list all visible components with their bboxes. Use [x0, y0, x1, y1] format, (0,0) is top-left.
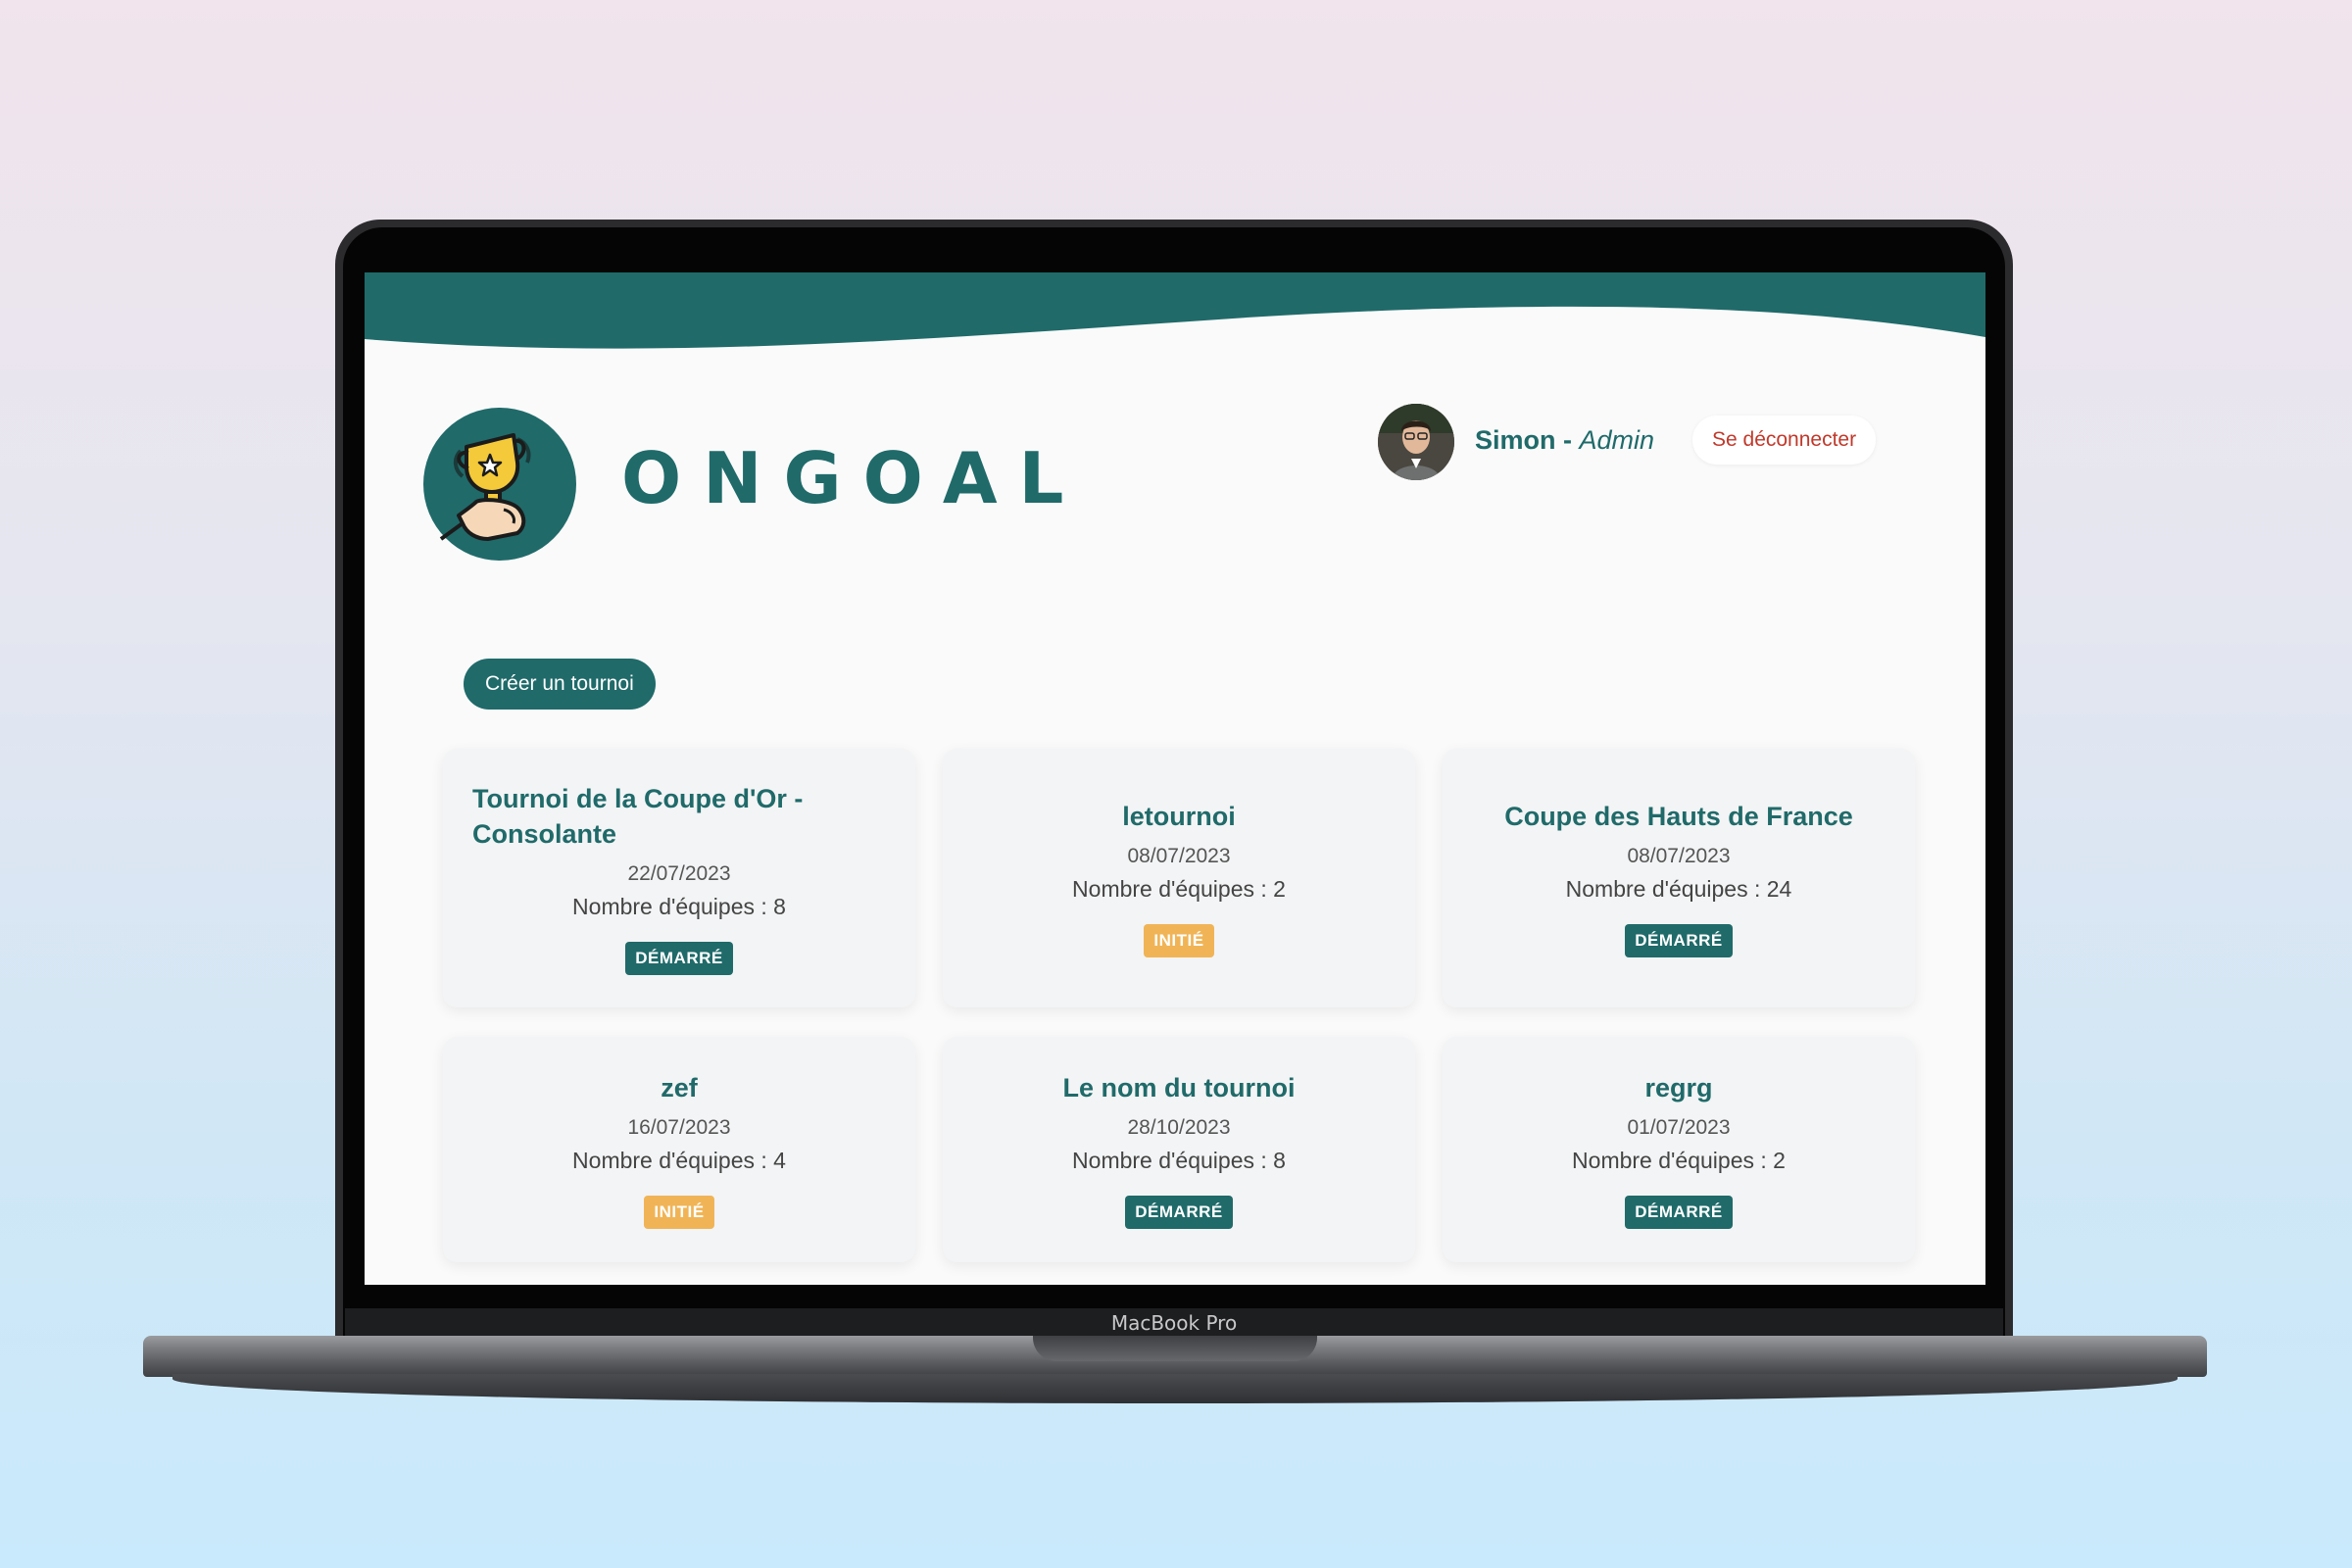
status-badge: DÉMARRÉ [1625, 924, 1733, 957]
tournament-title: Tournoi de la Coupe d'Or - Consolante [472, 784, 804, 849]
avatar[interactable] [1378, 404, 1454, 480]
logout-button[interactable]: Se déconnecter [1692, 416, 1877, 465]
tournament-date: 16/07/2023 [627, 1116, 731, 1139]
tournament-date: 01/07/2023 [1627, 1116, 1731, 1139]
tournament-date: 08/07/2023 [1627, 845, 1731, 867]
tournament-team-count: Nombre d'équipes : 8 [1072, 1148, 1286, 1173]
tournament-team-count: Nombre d'équipes : 4 [572, 1148, 786, 1173]
tournament-card[interactable]: zef 16/07/2023 Nombre d'équipes : 4 INIT… [443, 1037, 915, 1262]
tournament-date: 28/10/2023 [1127, 1116, 1231, 1139]
tournament-team-count: Nombre d'équipes : 2 [1072, 876, 1286, 902]
tournament-title: letournoi [1122, 802, 1236, 831]
status-badge: DÉMARRÉ [625, 942, 733, 975]
tournament-grid: Tournoi de la Coupe d'Or - Consolante 22… [443, 749, 1915, 1262]
app-screen: ONGOAL Simon - Admin Se déconnecter Crée… [365, 272, 1985, 1285]
status-badge: DÉMARRÉ [1125, 1196, 1233, 1229]
tournament-title: regrg [1644, 1073, 1713, 1102]
status-badge: DÉMARRÉ [1625, 1196, 1733, 1229]
tournament-card[interactable]: Coupe des Hauts de France 08/07/2023 Nom… [1443, 749, 1915, 1007]
tournament-date: 22/07/2023 [627, 862, 731, 885]
user-separator: - [1555, 425, 1580, 455]
tournament-date: 08/07/2023 [1127, 845, 1231, 867]
tournament-team-count: Nombre d'équipes : 8 [572, 894, 786, 919]
laptop-base-bottom [172, 1374, 2178, 1403]
tournament-title: Le nom du tournoi [1062, 1073, 1296, 1102]
logo [423, 408, 576, 561]
tournament-title: Coupe des Hauts de France [1504, 802, 1853, 831]
laptop-notch [1033, 1336, 1317, 1361]
tournament-card[interactable]: Tournoi de la Coupe d'Or - Consolante 22… [443, 749, 915, 1007]
user-role: Admin [1579, 425, 1655, 455]
tournament-card[interactable]: regrg 01/07/2023 Nombre d'équipes : 2 DÉ… [1443, 1037, 1915, 1262]
brand-name: ONGOAL [621, 437, 1086, 519]
tournament-card[interactable]: letournoi 08/07/2023 Nombre d'équipes : … [943, 749, 1415, 1007]
tournament-team-count: Nombre d'équipes : 24 [1565, 876, 1792, 902]
user-name: Simon [1475, 425, 1556, 455]
device-label: MacBook Pro [345, 1308, 2003, 1338]
tournament-title: zef [661, 1073, 698, 1102]
status-badge: INITIÉ [1144, 924, 1214, 957]
tournament-team-count: Nombre d'équipes : 2 [1572, 1148, 1786, 1173]
tournament-card[interactable]: Le nom du tournoi 28/10/2023 Nombre d'éq… [943, 1037, 1415, 1262]
header-wave [365, 272, 1985, 349]
user-photo [1378, 404, 1454, 480]
status-badge: INITIÉ [644, 1196, 714, 1229]
trophy-in-hand-icon [439, 433, 531, 541]
user-info: Simon - Admin [1475, 425, 1654, 461]
create-tournament-button[interactable]: Créer un tournoi [464, 659, 656, 710]
